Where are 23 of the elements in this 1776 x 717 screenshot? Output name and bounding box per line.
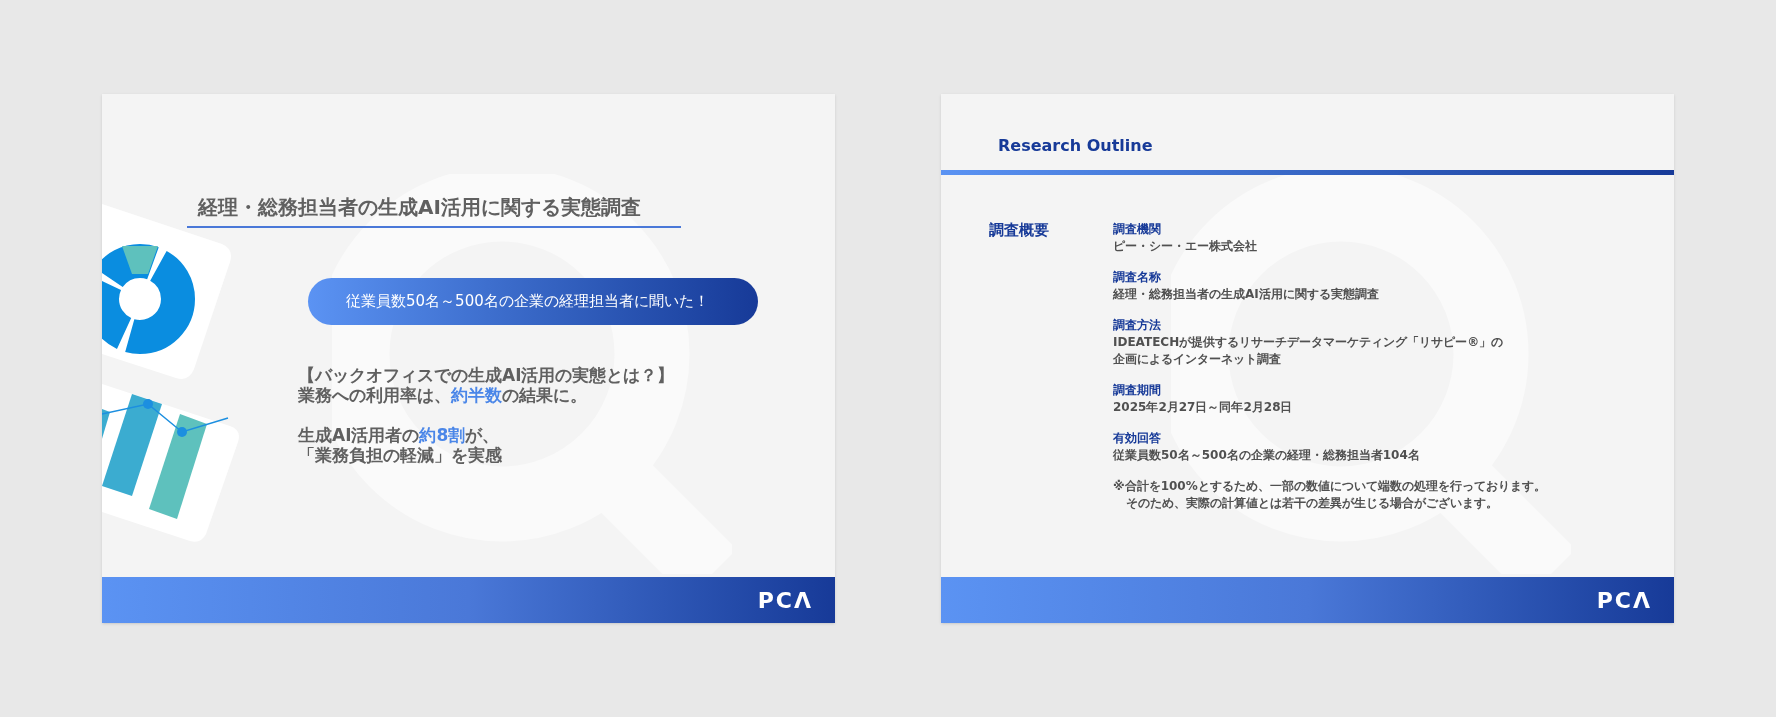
item-value: 経理・総務担当者の生成AI活用に関する実態調査 bbox=[1113, 286, 1380, 303]
item-label: 調査方法 bbox=[1113, 317, 1162, 334]
pill-text: 従業員数50名～500名の企業の経理担当者に聞いた！ bbox=[346, 291, 709, 313]
section-label: 調査概要 bbox=[989, 220, 1050, 241]
item-value: 企画によるインターネット調査 bbox=[1113, 351, 1282, 368]
item-value: IDEATECHが提供するリサーチデータマーケティング「リサピー®」の bbox=[1113, 334, 1505, 351]
highlight-text: 「業務負担の軽減」を実感 bbox=[298, 445, 503, 465]
item-value: 従業員数50名～500名の企業の経理・総務担当者104名 bbox=[1113, 447, 1421, 464]
item-label: 有効回答 bbox=[1113, 430, 1162, 447]
logo: PCΛ bbox=[757, 586, 813, 615]
item-label: 調査期間 bbox=[1113, 382, 1162, 399]
note-text: ※合計を100%とするため、一部の数値について端数の処理を行っております。 bbox=[1113, 478, 1546, 495]
slide-title: 経理・総務担当者の生成AI活用に関する実態調査 bbox=[198, 194, 642, 221]
highlight-text: 【バックオフィスでの生成AI活用の実態とは？】 bbox=[298, 365, 676, 385]
item-label: 調査機関 bbox=[1113, 221, 1162, 238]
highlight-text: 生成AI活用者の約8割が、 bbox=[298, 425, 501, 445]
highlight-text: 業務への利用率は、約半数の結果に。 bbox=[298, 385, 588, 405]
slide-heading: Research Outline bbox=[998, 135, 1154, 157]
item-value: ピー・シー・エー株式会社 bbox=[1113, 238, 1258, 255]
logo: PCΛ bbox=[1596, 586, 1652, 615]
note-text: そのため、実際の計算値とは若干の差異が生じる場合がございます。 bbox=[1125, 495, 1499, 512]
item-label: 調査名称 bbox=[1113, 269, 1162, 286]
item-value: 2025年2月27日～同年2月28日 bbox=[1113, 399, 1294, 416]
